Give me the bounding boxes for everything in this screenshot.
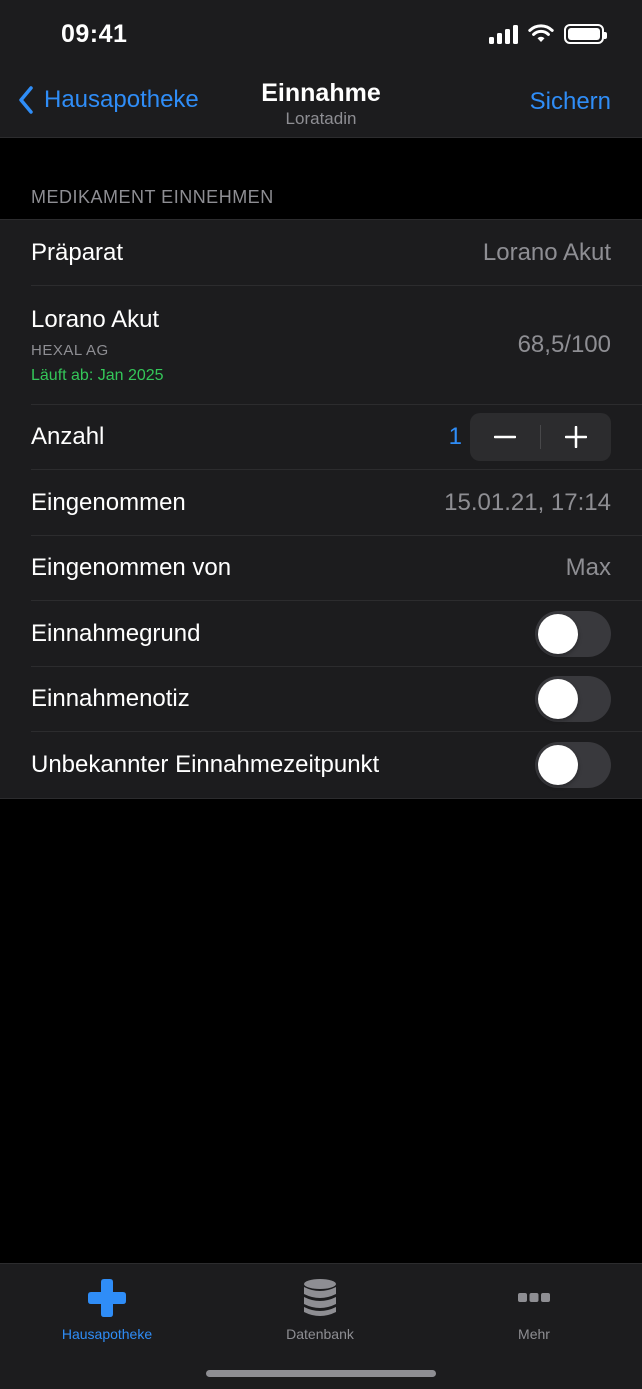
- quantity-row: Anzahl 1: [0, 405, 642, 471]
- section-header: MEDIKAMENT EINNEHMEN: [31, 187, 274, 207]
- tab-label: Datenbank: [286, 1326, 354, 1342]
- medication-stock: 68,5/100: [517, 331, 611, 358]
- quantity-stepper: [470, 413, 611, 462]
- reason-toggle[interactable]: [535, 610, 611, 657]
- status-time: 09:41: [61, 20, 128, 48]
- reason-label: Einnahmegrund: [31, 619, 201, 647]
- reason-row: Einnahmegrund: [0, 601, 642, 667]
- medication-row: Lorano Akut HEXAL AG Läuft ab: Jan 2025 …: [0, 286, 642, 405]
- tab-hausapotheke[interactable]: Hausapotheke: [27, 1276, 187, 1342]
- toggle-knob: [538, 744, 578, 785]
- decrement-button[interactable]: [470, 413, 540, 461]
- wifi-icon: [528, 24, 554, 42]
- medication-name: Lorano Akut: [31, 305, 160, 333]
- minus-icon: [494, 436, 516, 439]
- status-icons: [489, 24, 607, 44]
- tab-mehr[interactable]: Mehr: [454, 1276, 614, 1342]
- preparation-value: Lorano Akut: [482, 238, 611, 266]
- preparation-row[interactable]: Präparat Lorano Akut: [0, 220, 642, 286]
- header: 09:41 Hausapotheke Einnahme Loratadin Si…: [0, 0, 642, 138]
- plus-icon: [565, 426, 587, 449]
- unknown-time-toggle[interactable]: [535, 741, 611, 788]
- medication-info: Lorano Akut HEXAL AG Läuft ab: Jan 2025: [31, 306, 518, 385]
- note-row: Einnahmenotiz: [0, 667, 642, 733]
- taken-at-row[interactable]: Eingenommen 15.01.21, 17:14: [0, 470, 642, 536]
- medication-manufacturer: HEXAL AG: [31, 341, 109, 359]
- more-icon: [454, 1276, 614, 1320]
- note-toggle[interactable]: [535, 676, 611, 723]
- quantity-label: Anzahl: [31, 423, 105, 451]
- quantity-value: 1: [448, 423, 462, 451]
- taken-by-label: Eingenommen von: [31, 554, 232, 582]
- tab-datenbank[interactable]: Datenbank: [240, 1276, 400, 1342]
- preparation-label: Präparat: [31, 238, 124, 266]
- unknown-time-label: Unbekannter Einnahmezeitpunkt: [31, 750, 380, 778]
- database-icon: [240, 1276, 400, 1320]
- note-label: Einnahmenotiz: [31, 685, 190, 713]
- home-indicator[interactable]: [206, 1370, 436, 1377]
- toggle-knob: [538, 613, 578, 654]
- medication-expiry: Läuft ab: Jan 2025: [31, 366, 164, 384]
- increment-button[interactable]: [541, 413, 611, 461]
- taken-by-value: Max: [565, 554, 611, 582]
- battery-icon: [564, 24, 607, 44]
- toggle-knob: [538, 679, 578, 720]
- save-button[interactable]: Sichern: [530, 88, 611, 116]
- taken-at-label: Eingenommen: [31, 488, 186, 516]
- tab-label: Mehr: [518, 1326, 550, 1342]
- tab-label: Hausapotheke: [61, 1326, 153, 1342]
- taken-at-value: 15.01.21, 17:14: [444, 488, 611, 516]
- intake-form-list: Präparat Lorano Akut Lorano Akut HEXAL A…: [0, 219, 642, 799]
- medical-cross-icon: [27, 1276, 187, 1320]
- taken-by-row[interactable]: Eingenommen von Max: [0, 536, 642, 602]
- unknown-time-row: Unbekannter Einnahmezeitpunkt: [0, 732, 642, 798]
- cellular-signal-icon: [489, 24, 518, 44]
